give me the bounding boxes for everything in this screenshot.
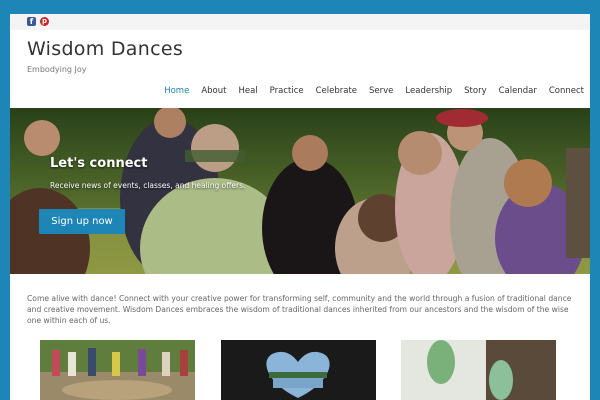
facebook-icon[interactable]: f [27,17,36,26]
nav-item-calendar[interactable]: Calendar [493,84,543,98]
dance-circle-thumbnail[interactable] [40,340,195,400]
nav-item-story[interactable]: Story [458,84,492,98]
nav-item-leadership[interactable]: Leadership [399,84,458,98]
page: f p Wisdom Dances Embodying Joy Home Abo… [10,14,590,400]
hero-photo [10,108,590,274]
main-nav: Home About Heal Practice Celebrate Serve… [158,84,590,98]
site-title[interactable]: Wisdom Dances [27,38,183,60]
intro-text: Come alive with dance! Connect with your… [27,294,572,325]
hero-title: Let's connect [50,156,148,171]
hero-subtitle: Receive news of events, classes, and hea… [50,181,246,190]
nav-item-home[interactable]: Home [158,84,195,98]
social-bar: f p [10,14,590,30]
nav-item-celebrate[interactable]: Celebrate [310,84,363,98]
hero-banner: Let's connect Receive news of events, cl… [10,108,590,274]
sign-up-button[interactable]: Sign up now [39,209,125,234]
nav-item-about[interactable]: About [195,84,232,98]
nav-item-serve[interactable]: Serve [363,84,399,98]
chrysalis-thumbnail[interactable] [401,340,556,400]
nav-item-heal[interactable]: Heal [232,84,263,98]
nav-item-practice[interactable]: Practice [264,84,310,98]
site-tagline: Embodying Joy [27,65,87,74]
nav-item-connect[interactable]: Connect [543,84,590,98]
pinterest-icon[interactable]: p [40,17,49,26]
heart-lake-thumbnail[interactable] [221,340,376,400]
